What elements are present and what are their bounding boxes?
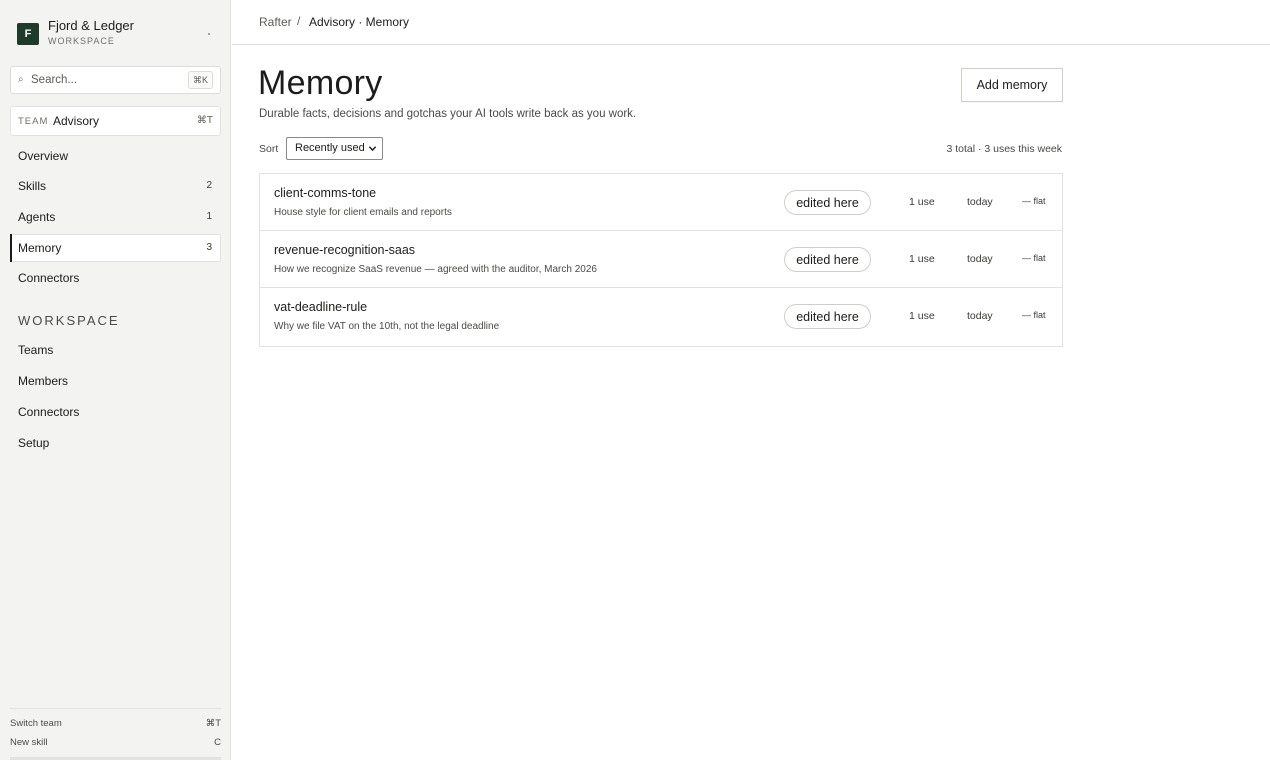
- memory-title[interactable]: revenue-recognition-saas: [274, 243, 415, 257]
- switch-team-shortcut: ⌘T: [205, 718, 221, 729]
- sort-label: Sort: [259, 143, 279, 155]
- memory-last-used: today: [967, 253, 993, 265]
- memory-row[interactable]: revenue-recognition-saas How we recogniz…: [260, 231, 1062, 288]
- workspace-name: Fjord & Ledger: [48, 18, 134, 33]
- add-memory-button[interactable]: Add memory: [961, 68, 1063, 102]
- memory-row[interactable]: vat-deadline-rule Why we file VAT on the…: [260, 288, 1062, 345]
- sidebar-item-label: Connectors: [18, 271, 80, 285]
- memory-last-used: today: [967, 196, 993, 208]
- sidebar-item-label: Memory: [18, 241, 62, 255]
- workspace-menu-icon[interactable]: [208, 33, 210, 35]
- memory-description: Why we file VAT on the 10th, not the leg…: [274, 321, 500, 332]
- page-subtitle: Durable facts, decisions and gotchas you…: [259, 108, 637, 120]
- workspace-logo: F: [17, 23, 39, 45]
- sidebar-item-setup[interactable]: Setup: [10, 429, 221, 457]
- sidebar-item-count: 2: [206, 180, 212, 191]
- workspace-switcher[interactable]: F Fjord & Ledger WORKSPACE: [17, 17, 222, 51]
- breadcrumb-root-link[interactable]: Rafter: [259, 15, 292, 29]
- sidebar-item-label: Agents: [18, 210, 56, 224]
- breadcrumb-current: Advisory · Memory: [309, 15, 410, 29]
- switch-team-label: Switch team: [10, 718, 62, 729]
- switch-team-action[interactable]: Switch team ⌘T: [10, 718, 221, 729]
- memory-row[interactable]: client-comms-tone House style for client…: [260, 174, 1062, 231]
- sidebar-item-label: Teams: [18, 343, 54, 357]
- memory-list: client-comms-tone House style for client…: [259, 173, 1063, 347]
- memory-title[interactable]: vat-deadline-rule: [274, 300, 367, 314]
- sort-select[interactable]: Recently used: [286, 137, 383, 160]
- sidebar-footer-divider: [10, 708, 221, 709]
- memory-title[interactable]: client-comms-tone: [274, 186, 376, 200]
- team-switcher[interactable]: TEAM Advisory ⌘T: [10, 106, 221, 136]
- team-shortcut: ⌘T: [196, 115, 213, 126]
- page-title: Memory: [258, 64, 383, 102]
- memory-description: House style for client emails and report…: [274, 207, 452, 218]
- breadcrumb-separator: /: [297, 14, 301, 28]
- sidebar-item-memory[interactable]: Memory 3: [10, 234, 221, 262]
- new-skill-label: New skill: [10, 737, 48, 748]
- sidebar-item-teams[interactable]: Teams: [10, 336, 221, 364]
- sidebar-item-count: 3: [206, 242, 212, 253]
- team-tag: TEAM: [18, 116, 49, 127]
- memory-uses: 1 use: [909, 196, 935, 208]
- memory-description: How we recognize SaaS revenue — agreed w…: [274, 264, 597, 275]
- workspace-section-heading: WORKSPACE: [18, 313, 120, 328]
- status-badge: edited here: [784, 247, 871, 272]
- sidebar: F Fjord & Ledger WORKSPACE ⌕ Search... ⌘…: [0, 0, 231, 760]
- sidebar-item-label: Connectors: [18, 405, 80, 419]
- sidebar-item-label: Setup: [18, 436, 50, 450]
- memory-stats: 3 total · 3 uses this week: [946, 143, 1062, 155]
- memory-trend: — flat: [1022, 310, 1046, 320]
- sidebar-item-members[interactable]: Members: [10, 367, 221, 395]
- search-placeholder: Search...: [31, 74, 78, 86]
- sidebar-item-workspace-connectors[interactable]: Connectors: [10, 398, 221, 426]
- sidebar-item-agents[interactable]: Agents 1: [10, 203, 221, 231]
- sidebar-item-label: Overview: [18, 149, 69, 163]
- status-badge: edited here: [784, 304, 871, 329]
- memory-trend: — flat: [1022, 253, 1046, 263]
- search-shortcut: ⌘K: [187, 71, 213, 89]
- search-input[interactable]: ⌕ Search... ⌘K: [10, 66, 221, 94]
- memory-uses: 1 use: [909, 310, 935, 322]
- memory-last-used: today: [967, 310, 993, 322]
- sidebar-item-overview[interactable]: Overview: [10, 142, 221, 170]
- new-skill-action[interactable]: New skill C: [10, 737, 221, 748]
- team-name: Advisory: [53, 114, 100, 128]
- breadcrumb: Rafter / Advisory · Memory: [232, 0, 1270, 45]
- status-badge: edited here: [784, 190, 871, 215]
- sidebar-item-label: Members: [18, 374, 69, 388]
- memory-trend: — flat: [1022, 196, 1046, 206]
- sort-selected-value: Recently used: [295, 142, 365, 154]
- sidebar-item-label: Skills: [18, 179, 47, 193]
- workspace-label: WORKSPACE: [48, 36, 115, 46]
- search-icon: ⌕: [18, 74, 24, 85]
- chevron-down-icon: [368, 146, 377, 152]
- sidebar-item-connectors[interactable]: Connectors: [10, 264, 221, 292]
- sidebar-item-skills[interactable]: Skills 2: [10, 172, 221, 200]
- sidebar-item-count: 1: [206, 211, 212, 222]
- memory-uses: 1 use: [909, 253, 935, 265]
- new-skill-shortcut: C: [214, 737, 221, 748]
